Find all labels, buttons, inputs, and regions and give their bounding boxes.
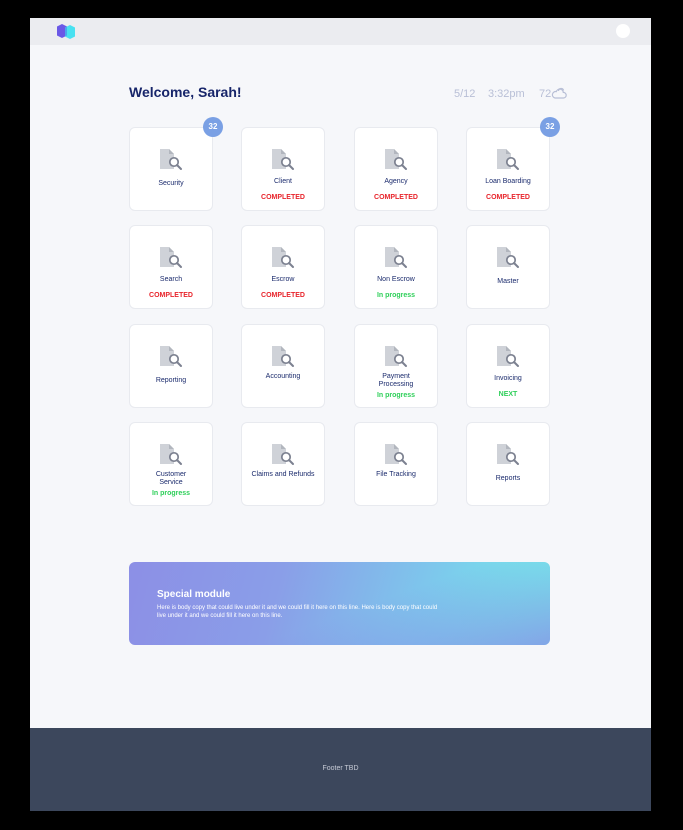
document-search-icon	[385, 346, 407, 367]
tile-label: Payment Processing	[378, 373, 414, 388]
tile-status: In progress	[376, 392, 416, 399]
tile-accounting[interactable]: Accounting	[241, 324, 325, 408]
document-search-icon	[497, 346, 519, 367]
time-text: 3:32pm	[488, 88, 525, 100]
tile-reporting[interactable]: Reporting	[129, 324, 213, 408]
document-search-icon	[385, 444, 407, 465]
app-screen: Welcome, Sarah! 5/12 3:32pm 72 Security 3…	[30, 18, 651, 811]
tile-label: Invoicing	[494, 375, 522, 382]
tile-label: Loan Boarding	[485, 178, 531, 185]
notification-badge[interactable]: 32	[540, 117, 560, 137]
tile-security[interactable]: Security	[129, 127, 213, 211]
tile-label: Reporting	[155, 377, 187, 384]
tile-claims-and-refunds[interactable]: Claims and Refunds	[241, 422, 325, 506]
document-search-icon	[272, 444, 294, 465]
tile-status: COMPLETED	[261, 292, 305, 299]
document-search-icon	[160, 247, 182, 268]
temperature-text: 72	[539, 88, 552, 100]
special-module-title: Special module	[157, 589, 231, 600]
tile-status: COMPLETED	[149, 292, 193, 299]
footer-text: Footer TBD	[322, 765, 359, 772]
tile-client[interactable]: Client COMPLETED	[241, 127, 325, 211]
tile-label: Claims and Refunds	[251, 471, 315, 478]
tile-label: Search	[159, 276, 183, 283]
document-search-icon	[272, 346, 294, 367]
document-search-icon	[497, 247, 519, 268]
top-bar	[30, 18, 651, 45]
welcome-heading: Welcome, Sarah!	[129, 84, 242, 100]
tile-label: Reports	[495, 475, 521, 482]
date-text: 5/12	[454, 88, 476, 100]
tile-label: Customer Service	[155, 471, 187, 486]
avatar[interactable]	[616, 24, 630, 38]
footer: Footer TBD	[30, 728, 651, 811]
document-search-icon	[497, 149, 519, 170]
tile-status: COMPLETED	[261, 194, 305, 201]
document-search-icon	[160, 346, 182, 367]
tile-reports[interactable]: Reports	[466, 422, 550, 506]
tile-invoicing[interactable]: Invoicing NEXT	[466, 324, 550, 408]
tile-label: Non Escrow	[377, 276, 415, 283]
document-search-icon	[160, 149, 182, 170]
special-module-card[interactable]: Special module Here is body copy that co…	[129, 562, 550, 645]
tile-label: Client	[274, 178, 292, 185]
tile-label: File Tracking	[376, 471, 416, 478]
document-search-icon	[385, 247, 407, 268]
tile-payment-processing[interactable]: Payment Processing In progress	[354, 324, 438, 408]
tile-customer-service[interactable]: Customer Service In progress	[129, 422, 213, 506]
tile-label: Master	[497, 278, 519, 285]
cloud-icon	[551, 87, 567, 99]
tile-label: Security	[158, 180, 184, 187]
tile-search[interactable]: Search COMPLETED	[129, 225, 213, 309]
tile-non-escrow[interactable]: Non Escrow In progress	[354, 225, 438, 309]
document-search-icon	[272, 149, 294, 170]
tile-status: NEXT	[498, 391, 518, 398]
document-search-icon	[272, 247, 294, 268]
notification-badge[interactable]: 32	[203, 117, 223, 137]
tile-status: In progress	[376, 292, 416, 299]
logo-icon[interactable]	[57, 24, 79, 40]
tile-label: Accounting	[265, 373, 301, 380]
tile-master[interactable]: Master	[466, 225, 550, 309]
document-search-icon	[497, 444, 519, 465]
tile-agency[interactable]: Agency COMPLETED	[354, 127, 438, 211]
tile-loan-boarding[interactable]: Loan Boarding COMPLETED	[466, 127, 550, 211]
tile-file-tracking[interactable]: File Tracking	[354, 422, 438, 506]
document-search-icon	[385, 149, 407, 170]
document-search-icon	[160, 444, 182, 465]
tile-status: COMPLETED	[374, 194, 418, 201]
tile-label: Escrow	[271, 276, 295, 283]
special-module-body: Here is body copy that could live under …	[157, 605, 438, 619]
tile-status: COMPLETED	[486, 194, 530, 201]
tile-status: In progress	[151, 490, 191, 497]
tile-label: Agency	[384, 178, 408, 185]
tile-escrow[interactable]: Escrow COMPLETED	[241, 225, 325, 309]
